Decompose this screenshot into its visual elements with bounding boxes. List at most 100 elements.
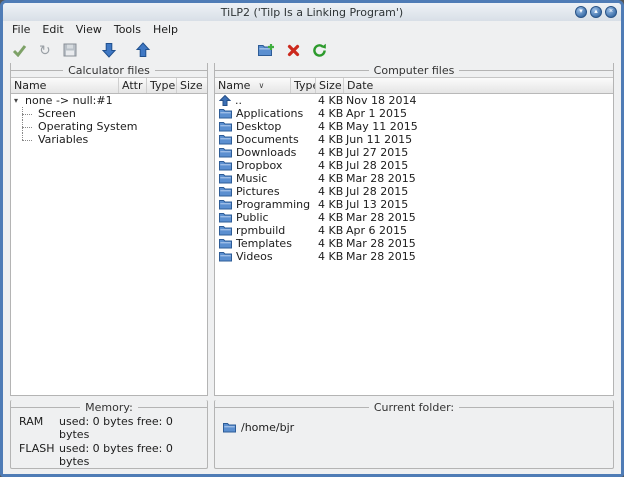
computer-files-pane: Computer files Name ∨ Type Size Date ..4… <box>214 63 614 396</box>
file-name: Applications <box>236 107 303 120</box>
titlebar[interactable]: TiLP2 ('Tilp Is a Linking Program') ▾ ▴ … <box>3 3 621 21</box>
send-files-arrow-icon <box>135 42 151 58</box>
close-button[interactable]: × <box>605 6 617 18</box>
file-name: Programming <box>236 198 310 211</box>
send-files-button[interactable] <box>132 41 154 59</box>
delete-icon <box>287 44 300 57</box>
col-header-type[interactable]: Type <box>147 78 177 93</box>
folder-icon <box>219 173 232 184</box>
file-row[interactable]: rpmbuild4 KBApr 6 2015 <box>215 224 613 237</box>
tree-root-row[interactable]: ▾none -> null:#1 <box>11 94 207 107</box>
file-row[interactable]: Desktop4 KBMay 11 2015 <box>215 120 613 133</box>
up-dir-icon <box>219 95 231 106</box>
file-row[interactable]: Pictures 4 KBJul 28 2015 <box>215 185 613 198</box>
file-row[interactable]: Music4 KBMar 28 2015 <box>215 172 613 185</box>
file-name: Templates <box>236 237 292 250</box>
col-header-name[interactable]: Name ∨ <box>215 78 291 93</box>
flash-label: FLASH <box>19 442 59 468</box>
file-date: Nov 18 2014 <box>344 94 613 107</box>
receive-files-arrow-icon <box>101 42 117 58</box>
expander-icon[interactable]: ▾ <box>14 96 25 105</box>
file-row[interactable]: Programming4 KBJul 13 2015 <box>215 198 613 211</box>
file-row[interactable]: Videos4 KBMar 28 2015 <box>215 250 613 263</box>
memory-label: Memory: <box>85 401 133 414</box>
file-row[interactable]: Downloads4 KBJul 27 2015 <box>215 146 613 159</box>
folder-icon <box>219 199 232 210</box>
file-name: Public <box>236 211 269 224</box>
file-name: Desktop <box>236 120 281 133</box>
file-size: 4 KB <box>316 198 344 211</box>
menu-file[interactable]: File <box>6 22 36 37</box>
tree-child-label: Variables <box>38 133 88 146</box>
current-folder-group: Current folder: /home/bjr <box>214 400 614 469</box>
tree-child-row[interactable]: Screen <box>11 107 207 120</box>
save-button[interactable] <box>60 42 80 58</box>
col-header-size[interactable]: Size <box>177 78 207 93</box>
window-title: TiLP2 ('Tilp Is a Linking Program') <box>221 6 403 19</box>
ram-row: RAM used: 0 bytes free: 0 bytes <box>11 414 207 441</box>
col-header-type[interactable]: Type <box>291 78 316 93</box>
new-folder-button[interactable] <box>255 42 278 58</box>
menu-tools[interactable]: Tools <box>108 22 147 37</box>
menu-edit[interactable]: Edit <box>36 22 69 37</box>
file-size: 4 KB <box>316 159 344 172</box>
col-header-attr[interactable]: Attr <box>119 78 147 93</box>
file-date: Mar 28 2015 <box>344 237 613 250</box>
maximize-button[interactable]: ▴ <box>590 6 602 18</box>
computer-files-title: Computer files <box>215 63 613 77</box>
refresh-dir-icon <box>312 43 327 58</box>
file-date: Mar 28 2015 <box>344 211 613 224</box>
delete-button[interactable] <box>284 43 303 58</box>
file-date: Jul 27 2015 <box>344 146 613 159</box>
menu-help[interactable]: Help <box>147 22 184 37</box>
file-row[interactable]: Public4 KBMar 28 2015 <box>215 211 613 224</box>
col-header-size[interactable]: Size <box>316 78 344 93</box>
menubar: File Edit View Tools Help <box>3 21 621 38</box>
refresh-calc-button[interactable]: ↻ <box>36 42 54 58</box>
file-row[interactable]: Applications4 KBApr 1 2015 <box>215 107 613 120</box>
folder-icon <box>219 121 232 132</box>
flash-value: used: 0 bytes free: 0 bytes <box>59 442 199 468</box>
calculator-files-body[interactable]: ▾none -> null:#1ScreenOperating SystemVa… <box>11 94 207 395</box>
tree-child-row[interactable]: Variables <box>11 133 207 146</box>
tree-child-label: Operating System <box>38 120 138 133</box>
file-row[interactable]: Templates 4 KBMar 28 2015 <box>215 237 613 250</box>
file-size: 4 KB <box>316 237 344 250</box>
tree-root-label: none -> null:#1 <box>25 94 113 107</box>
folder-icon <box>219 147 232 158</box>
main-area: Calculator files Name Attr Type Size ▾no… <box>3 62 621 400</box>
file-date: Mar 28 2015 <box>344 250 613 263</box>
col-header-name[interactable]: Name <box>11 78 119 93</box>
col-header-date[interactable]: Date <box>344 78 613 93</box>
computer-files-label: Computer files <box>374 64 455 77</box>
connect-check-button[interactable] <box>9 43 30 58</box>
file-date: Mar 28 2015 <box>344 172 613 185</box>
ram-label: RAM <box>19 415 59 441</box>
computer-files-table: Name ∨ Type Size Date ..4 KBNov 18 2014A… <box>215 77 613 395</box>
computer-files-body[interactable]: ..4 KBNov 18 2014Applications4 KBApr 1 2… <box>215 94 613 395</box>
file-date: Jul 28 2015 <box>344 185 613 198</box>
file-size: 4 KB <box>316 133 344 146</box>
refresh-dir-button[interactable] <box>309 42 330 59</box>
file-row[interactable]: Dropbox4 KBJul 28 2015 <box>215 159 613 172</box>
current-folder-label: Current folder: <box>374 401 454 414</box>
bottom-bar: Memory: RAM used: 0 bytes free: 0 bytes … <box>3 400 621 474</box>
tree-child-row[interactable]: Operating System <box>11 120 207 133</box>
minimize-button[interactable]: ▾ <box>575 6 587 18</box>
file-name: Documents <box>236 133 299 146</box>
connect-check-icon <box>12 44 27 57</box>
file-size: 4 KB <box>316 94 344 107</box>
folder-icon <box>219 186 232 197</box>
calculator-files-header: Name Attr Type Size <box>11 78 207 94</box>
receive-files-button[interactable] <box>98 41 120 59</box>
file-row[interactable]: Documents4 KBJun 11 2015 <box>215 133 613 146</box>
menu-view[interactable]: View <box>70 22 108 37</box>
current-folder-content: /home/bjr <box>215 414 613 434</box>
file-row[interactable]: ..4 KBNov 18 2014 <box>215 94 613 107</box>
folder-icon <box>219 225 232 236</box>
sort-indicator-icon: ∨ <box>258 81 264 90</box>
file-size: 4 KB <box>316 185 344 198</box>
current-folder-title: Current folder: <box>215 400 613 414</box>
folder-icon <box>219 160 232 171</box>
file-name: Pictures <box>236 185 280 198</box>
